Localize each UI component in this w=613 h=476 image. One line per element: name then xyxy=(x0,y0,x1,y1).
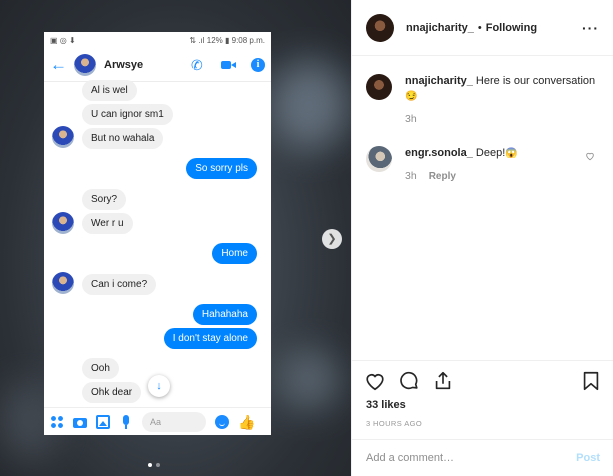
post-header: nnajicharity_ • Following ··· xyxy=(352,0,613,56)
post-side-panel: nnajicharity_ • Following ··· nnajichari… xyxy=(351,0,613,476)
contact-name: Arwsye xyxy=(104,58,144,71)
more-options-icon[interactable]: ··· xyxy=(582,20,599,36)
apps-grid-icon xyxy=(50,414,64,429)
chat-thread: Al is wel U can ignor sm1 But no wahala … xyxy=(44,80,271,407)
contact-avatar-small xyxy=(52,272,74,294)
comment-timestamp[interactable]: 3h xyxy=(405,170,417,182)
message-bubble: Can i come? xyxy=(82,274,157,295)
carousel-dot-active[interactable] xyxy=(148,463,152,467)
back-arrow-icon: ← xyxy=(50,55,67,74)
message-bubble: Al is wel xyxy=(82,80,137,101)
caption-timestamp[interactable]: 3h xyxy=(405,113,417,125)
microphone-icon xyxy=(119,414,133,429)
message-bubble: Hahahaha xyxy=(192,304,257,325)
chat-screenshot: ▣ ◎ ⬇ ⇅ .ıl 12% ▮ 9:08 p.m. ← Arwsye ✆ i… xyxy=(44,32,271,435)
message-bubble: Wer r u xyxy=(82,213,133,234)
comment-bubble-icon[interactable] xyxy=(398,370,420,392)
contact-avatar-small xyxy=(52,212,74,234)
status-text-right: ⇅ .ıl 12% ▮ 9:08 p.m. xyxy=(189,35,265,45)
message-bubble: Home xyxy=(212,243,257,264)
bookmark-icon[interactable] xyxy=(580,370,602,392)
emoji-icon xyxy=(215,414,229,429)
caption-meta: 3h xyxy=(405,112,595,127)
media-pane: ▣ ◎ ⬇ ⇅ .ıl 12% ▮ 9:08 p.m. ← Arwsye ✆ i… xyxy=(0,0,351,476)
background-blur xyxy=(270,60,350,150)
message-bubble: Ohk dear xyxy=(82,382,142,403)
message-input: Aa xyxy=(142,411,206,432)
comment-like-heart-icon[interactable] xyxy=(585,151,595,161)
action-icons-row xyxy=(352,361,613,401)
contact-avatar xyxy=(74,53,96,76)
caption-author-avatar[interactable] xyxy=(366,74,392,100)
message-bubble: So sorry pls xyxy=(186,158,257,179)
caption-emoji: 😏 xyxy=(405,91,418,102)
camera-icon xyxy=(73,415,87,429)
thumbs-up-icon: 👍 xyxy=(238,413,256,430)
commenter-avatar[interactable] xyxy=(366,146,392,172)
chat-header: ← Arwsye ✆ i xyxy=(44,48,271,82)
add-comment-bar: Add a comment… Post xyxy=(352,439,613,476)
add-comment-input[interactable]: Add a comment… xyxy=(366,452,576,464)
post-actions: 33 likes 3 HOURS AGO xyxy=(352,360,613,428)
message-bubble: Sory? xyxy=(82,189,127,210)
contact-avatar-small xyxy=(52,126,74,148)
comment-text: Deep! xyxy=(475,147,506,159)
likes-count[interactable]: 33 likes xyxy=(352,399,613,411)
header-separator: • xyxy=(477,21,482,34)
message-bubble: U can ignor sm1 xyxy=(82,104,173,125)
info-icon: i xyxy=(251,57,265,72)
follow-button[interactable]: Following xyxy=(486,22,537,34)
reply-button[interactable]: Reply xyxy=(429,171,456,182)
author-username[interactable]: nnajicharity_ xyxy=(406,22,474,34)
phone-status-bar: ▣ ◎ ⬇ ⇅ .ıl 12% ▮ 9:08 p.m. xyxy=(44,32,271,48)
caption: nnajicharity_ Here is our conversation 😏… xyxy=(366,74,595,127)
carousel-dot[interactable] xyxy=(156,463,160,467)
phone-call-icon: ✆ xyxy=(191,56,203,73)
video-call-icon xyxy=(221,58,235,72)
commenter-username[interactable]: engr.sonola_ xyxy=(405,147,473,159)
chat-composer: Aa 👍 xyxy=(44,407,271,435)
message-bubble: Ooh xyxy=(82,358,119,379)
scroll-down-icon: ↓ xyxy=(148,375,170,397)
next-slide-button[interactable]: ❯ xyxy=(322,229,342,249)
post-timestamp[interactable]: 3 HOURS AGO xyxy=(352,419,613,428)
message-bubble: But no wahala xyxy=(82,128,164,149)
image-icon xyxy=(96,414,110,429)
author-avatar[interactable] xyxy=(366,13,394,42)
comment-item: engr.sonola_ Deep!😱 3h Reply xyxy=(366,146,518,184)
comment-emoji: 😱 xyxy=(505,148,518,159)
status-icons-left: ▣ ◎ ⬇ xyxy=(50,35,76,45)
share-icon[interactable] xyxy=(432,370,454,392)
carousel-indicator xyxy=(148,463,160,467)
like-heart-icon[interactable] xyxy=(364,370,386,392)
post-comment-button[interactable]: Post xyxy=(576,452,600,464)
caption-text: Here is our conversation xyxy=(475,75,596,87)
caption-username[interactable]: nnajicharity_ xyxy=(405,75,473,87)
message-bubble: I don't stay alone xyxy=(163,328,257,349)
comment-meta: 3h Reply xyxy=(405,169,518,184)
background-blur xyxy=(280,350,340,410)
